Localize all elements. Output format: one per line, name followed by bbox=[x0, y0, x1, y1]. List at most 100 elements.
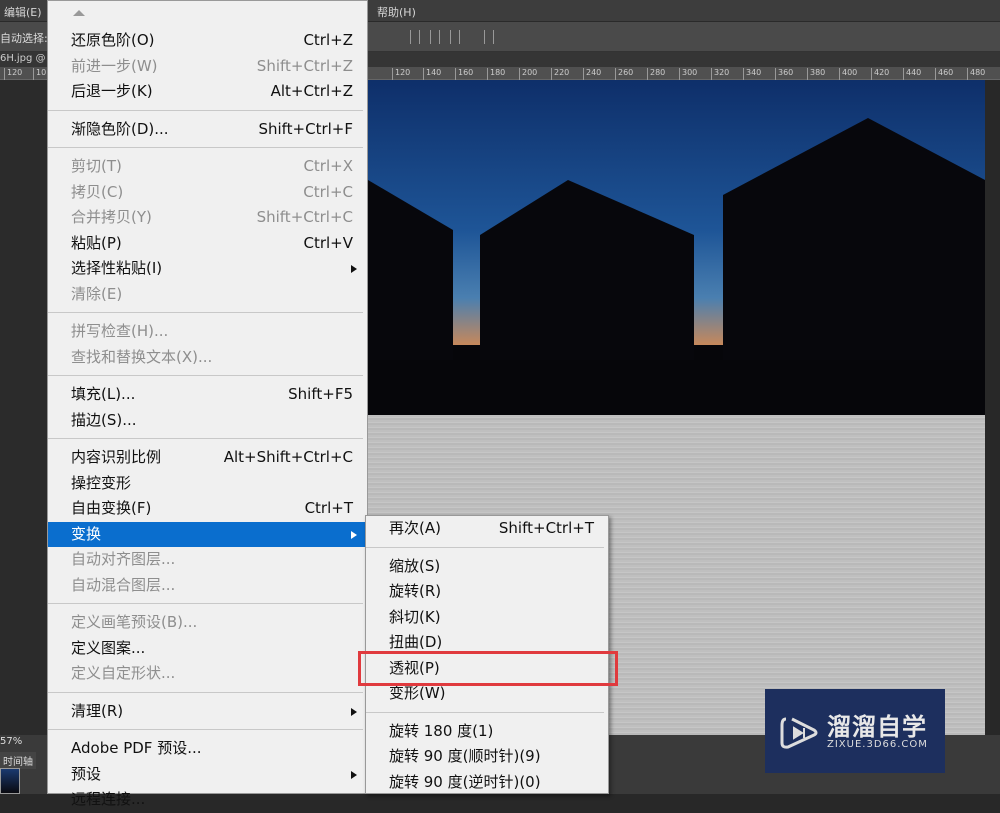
menu-item-label: 远程连接... bbox=[71, 790, 146, 808]
frame-thumbnail[interactable] bbox=[0, 768, 20, 794]
menu-item-label: 还原色阶(O) bbox=[71, 31, 155, 49]
align-icon[interactable] bbox=[450, 30, 460, 44]
menu-item[interactable]: 预设 bbox=[48, 762, 367, 788]
menu-item-label: 自动对齐图层... bbox=[71, 550, 176, 568]
watermark-url: ZIXUE.3D66.COM bbox=[827, 739, 928, 750]
menu-item-label: 扭曲(D) bbox=[389, 633, 443, 651]
menu-item[interactable]: 选择性粘贴(I) bbox=[48, 256, 367, 282]
menu-item-label: 描边(S)... bbox=[71, 410, 137, 429]
menu-separator bbox=[48, 598, 367, 610]
menu-item-label: 拼写检查(H)... bbox=[71, 322, 169, 340]
scroll-up-arrow-icon[interactable] bbox=[48, 1, 367, 28]
menu-item: 拷贝(C) Ctrl+C bbox=[48, 180, 367, 206]
menu-item-shortcut: Shift+Ctrl+F bbox=[258, 119, 353, 138]
ruler-tick-label: 340 bbox=[743, 68, 761, 80]
menu-item-label: 变形(W) bbox=[389, 684, 446, 702]
menu-item-label: 合并拷贝(Y) bbox=[71, 208, 152, 226]
menu-item[interactable]: 变换 bbox=[48, 521, 367, 547]
menu-item-label: 再次(A) bbox=[389, 519, 441, 537]
ruler-tick-label: 300 bbox=[679, 68, 697, 80]
menu-item[interactable]: 缩放(S) bbox=[366, 554, 608, 580]
menu-item-shortcut: Shift+Ctrl+T bbox=[498, 519, 594, 537]
ruler-tick-label: 10 bbox=[33, 68, 46, 80]
menu-item[interactable]: 粘贴(P) Ctrl+V bbox=[48, 231, 367, 257]
menu-separator bbox=[48, 370, 367, 382]
ruler-tick-label: 420 bbox=[871, 68, 889, 80]
menu-item-shortcut: Ctrl+T bbox=[304, 499, 353, 517]
menu-item[interactable]: Adobe PDF 预设... bbox=[48, 736, 367, 762]
submenu-arrow-icon bbox=[351, 530, 357, 539]
timeline-tab[interactable]: 时间轴 bbox=[0, 752, 36, 769]
menu-edit[interactable]: 编辑(E) bbox=[4, 4, 42, 20]
submenu-arrow-icon bbox=[351, 770, 357, 779]
ruler-tick-label: 220 bbox=[551, 68, 569, 80]
menu-item-shortcut: Ctrl+Z bbox=[303, 31, 353, 49]
distribute-icon[interactable] bbox=[484, 30, 494, 44]
ruler-tick-label: 240 bbox=[583, 68, 601, 80]
menu-separator bbox=[48, 105, 367, 117]
ruler-tick-label: 200 bbox=[519, 68, 537, 80]
photo-layer bbox=[368, 80, 985, 415]
ruler-tick-label: 120 bbox=[392, 68, 410, 80]
menu-item[interactable]: 旋转(R) bbox=[366, 579, 608, 605]
ruler-tick-label: 260 bbox=[615, 68, 633, 80]
menu-item-shortcut: Alt+Shift+Ctrl+C bbox=[223, 448, 353, 466]
menu-item[interactable]: 自由变换(F) Ctrl+T bbox=[48, 496, 367, 522]
menu-item[interactable]: 后退一步(K) Alt+Ctrl+Z bbox=[48, 79, 367, 105]
menu-item: 拼写检查(H)... bbox=[48, 319, 367, 345]
menu-item[interactable]: 操控变形 bbox=[48, 471, 367, 497]
menu-item-label: 拷贝(C) bbox=[71, 182, 124, 201]
menu-item-label: 自动混合图层... bbox=[71, 575, 176, 594]
zoom-level[interactable]: 57% bbox=[0, 736, 22, 747]
ruler-tick-label: 280 bbox=[647, 68, 665, 80]
menu-item-label: 变换 bbox=[71, 524, 102, 543]
menu-item-label: 缩放(S) bbox=[389, 556, 441, 575]
ruler-tick-label: 120 bbox=[4, 68, 22, 80]
menu-item[interactable]: 填充(L)... Shift+F5 bbox=[48, 382, 367, 408]
menu-help[interactable]: 帮助(H) bbox=[377, 4, 416, 20]
menu-item[interactable]: 旋转 90 度(顺时针)(9) bbox=[366, 744, 608, 770]
edit-menu: 还原色阶(O) Ctrl+Z 前进一步(W) Shift+Ctrl+Z 后退一步(K) A… bbox=[47, 0, 368, 808]
menu-item-label: 清除(E) bbox=[71, 284, 123, 303]
menu-item[interactable]: 再次(A) Shift+Ctrl+T bbox=[366, 516, 608, 542]
menu-item: 自动混合图层... bbox=[48, 573, 367, 599]
menu-item-label: 定义图案... bbox=[71, 638, 146, 657]
menu-separator bbox=[48, 687, 367, 699]
menu-item[interactable]: 旋转 180 度(1) bbox=[366, 719, 608, 745]
menu-item[interactable]: 定义图案... bbox=[48, 636, 367, 662]
ruler-tick-label: 480 bbox=[967, 68, 985, 80]
menu-item-label: 粘贴(P) bbox=[71, 233, 122, 252]
menu-item[interactable]: 斜切(K) bbox=[366, 605, 608, 631]
menu-separator bbox=[48, 142, 367, 154]
menu-item-label: 旋转(R) bbox=[389, 582, 442, 600]
menu-item-shortcut: Shift+F5 bbox=[288, 385, 353, 403]
menu-item: 自动对齐图层... bbox=[48, 547, 367, 573]
menu-item-label: 旋转 90 度(顺时针)(9) bbox=[389, 747, 541, 765]
menu-item-label: 预设 bbox=[71, 764, 102, 783]
ruler-tick-label: 140 bbox=[423, 68, 441, 80]
ruler-tick-label: 440 bbox=[903, 68, 921, 80]
menu-item[interactable]: 内容识别比例 Alt+Shift+Ctrl+C bbox=[48, 445, 367, 471]
menu-item: 前进一步(W) Shift+Ctrl+Z bbox=[48, 54, 367, 80]
menu-separator bbox=[366, 542, 608, 554]
menu-item[interactable]: 还原色阶(O) Ctrl+Z bbox=[48, 28, 367, 54]
menu-item[interactable]: 清理(R) bbox=[48, 699, 367, 725]
align-icon[interactable] bbox=[430, 30, 440, 44]
menu-item[interactable]: 远程连接... bbox=[48, 787, 367, 813]
menu-item[interactable]: 旋转 90 度(逆时针)(0) bbox=[366, 770, 608, 796]
menu-item-label: 查找和替换文本(X)... bbox=[71, 347, 213, 366]
highlight-box bbox=[358, 651, 618, 686]
align-icon[interactable] bbox=[410, 30, 420, 44]
document-tab[interactable]: 6H.jpg @ bbox=[0, 53, 46, 64]
menu-item[interactable]: 渐隐色阶(D)... Shift+Ctrl+F bbox=[48, 117, 367, 143]
ruler-tick-label: 360 bbox=[775, 68, 793, 80]
menu-item-label: 定义自定形状... bbox=[71, 664, 176, 682]
menu-item-label: 内容识别比例 bbox=[71, 448, 162, 466]
menu-item[interactable]: 描边(S)... bbox=[48, 408, 367, 434]
watermark-logo: 溜溜自学 ZIXUE.3D66.COM bbox=[765, 689, 945, 773]
menu-item-label: 渐隐色阶(D)... bbox=[71, 119, 169, 138]
menu-separator bbox=[48, 307, 367, 319]
menu-item-label: 操控变形 bbox=[71, 473, 132, 492]
ruler-tick-label: 180 bbox=[487, 68, 505, 80]
ruler-tick-label: 380 bbox=[807, 68, 825, 80]
